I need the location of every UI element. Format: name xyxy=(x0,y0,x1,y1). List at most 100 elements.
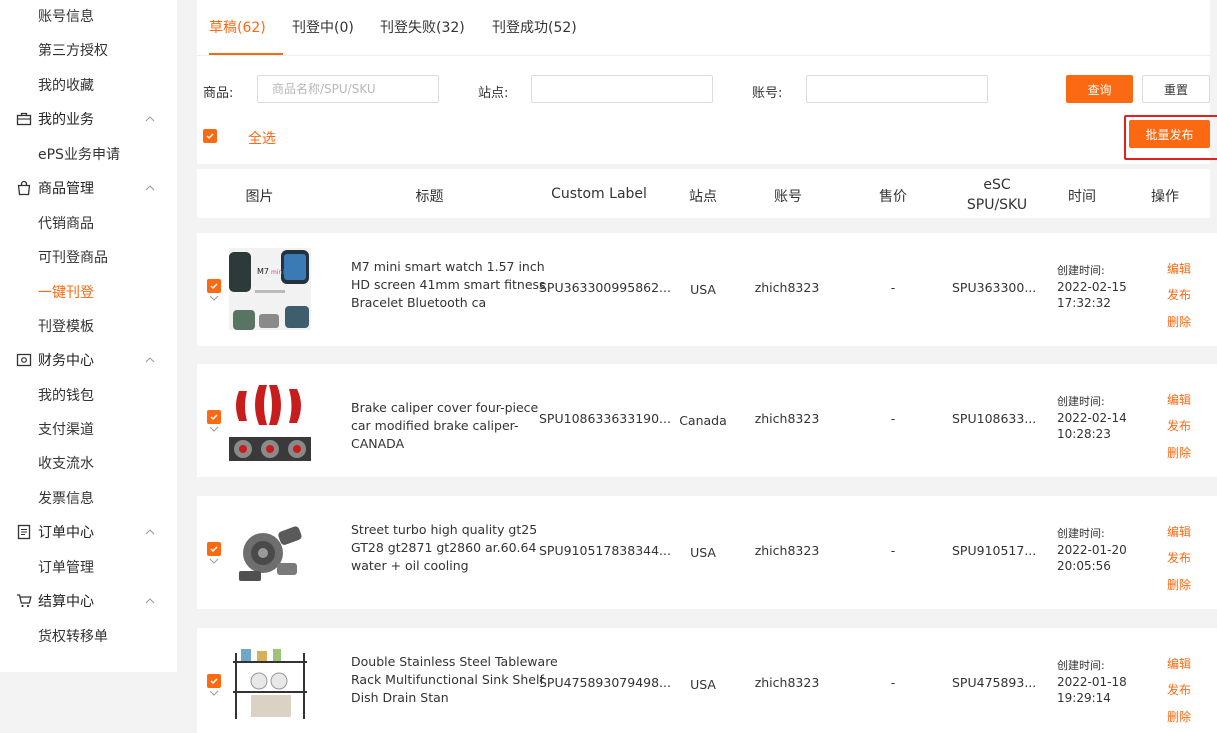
chevron-down-icon[interactable] xyxy=(209,558,219,564)
product-search-input[interactable] xyxy=(257,75,439,103)
sidebar-item-third-party-auth[interactable]: 第三方授权 xyxy=(38,40,108,60)
site-value: Canada xyxy=(679,413,727,428)
tab-listing-failed[interactable]: 刊登失败(32) xyxy=(380,17,465,37)
account-value: zhich8323 xyxy=(754,675,820,690)
esc-sku-value: SPU475893... xyxy=(952,675,1037,690)
product-image-turbocharger xyxy=(229,511,311,593)
row-checkbox[interactable] xyxy=(207,410,221,424)
chevron-up-icon xyxy=(145,529,155,535)
sidebar-group-orders[interactable]: 订单中心 xyxy=(16,522,94,542)
row-checkbox[interactable] xyxy=(207,279,221,293)
column-header-account: 账号 xyxy=(774,189,802,205)
sidebar-item-account-info[interactable]: 账号信息 xyxy=(38,6,94,26)
site-value: USA xyxy=(690,545,716,560)
row-checkbox[interactable] xyxy=(207,542,221,556)
product-image-brake-caliper xyxy=(229,379,311,461)
chevron-down-icon[interactable] xyxy=(209,295,219,301)
query-button[interactable]: 查询 xyxy=(1066,75,1133,103)
sidebar-group-finance[interactable]: 财务中心 xyxy=(16,350,94,370)
publish-link[interactable]: 发布 xyxy=(1167,286,1191,303)
delete-link[interactable]: 删除 xyxy=(1167,576,1191,593)
chevron-down-icon[interactable] xyxy=(209,426,219,432)
sidebar: 账号信息 第三方授权 我的收藏 我的业务 ePS业务申请 商品管理 代销商品 可… xyxy=(0,0,177,672)
custom-label: SPU108633633190... xyxy=(539,411,671,426)
table-row: Brake caliper cover four-piece car modif… xyxy=(197,364,1217,477)
created-date: 2022-01-18 xyxy=(1057,675,1127,689)
tab-drafts[interactable]: 草稿(62) xyxy=(209,17,266,37)
sidebar-item-order-management[interactable]: 订单管理 xyxy=(38,557,94,577)
created-time: 创建时间: 2022-02-14 10:28:23 xyxy=(1057,394,1127,442)
chevron-up-icon xyxy=(145,185,155,191)
check-icon xyxy=(210,546,218,553)
check-icon xyxy=(210,678,218,685)
column-header-price: 售价 xyxy=(879,189,907,205)
custom-label: SPU910517838344... xyxy=(539,543,671,558)
product-filter-label: 商品: xyxy=(203,86,234,101)
product-title: M7 mini smart watch 1.57 inch HD screen … xyxy=(351,259,546,310)
sidebar-item-eps[interactable]: ePS业务申请 xyxy=(38,144,120,164)
status-tabs: 草稿(62) 刊登中(0) 刊登失败(32) 刊登成功(52) xyxy=(197,0,1210,56)
account-value: zhich8323 xyxy=(754,411,820,426)
column-header-image: 图片 xyxy=(245,189,274,205)
created-time-label: 创建时间: xyxy=(1057,264,1105,277)
publish-link[interactable]: 发布 xyxy=(1167,549,1191,566)
table-row: M7 mini M7 mini smart watch 1.57 inch HD… xyxy=(197,233,1217,346)
delete-link[interactable]: 删除 xyxy=(1167,444,1191,461)
column-header-actions: 操作 xyxy=(1151,189,1179,205)
sidebar-item-payment-channels[interactable]: 支付渠道 xyxy=(38,419,94,439)
check-icon xyxy=(206,133,214,140)
sidebar-item-favorites[interactable]: 我的收藏 xyxy=(38,75,94,95)
site-input[interactable] xyxy=(531,75,713,103)
row-checkbox[interactable] xyxy=(207,674,221,688)
sidebar-group-my-business[interactable]: 我的业务 xyxy=(16,109,94,129)
product-title: Brake caliper cover four-piece car modif… xyxy=(351,400,539,451)
sidebar-item-title-transfer[interactable]: 货权转移单 xyxy=(38,626,108,646)
edit-link[interactable]: 编辑 xyxy=(1167,523,1191,540)
publish-link[interactable]: 发布 xyxy=(1167,417,1191,434)
delete-link[interactable]: 删除 xyxy=(1167,313,1191,330)
document-icon xyxy=(17,524,31,540)
edit-link[interactable]: 编辑 xyxy=(1167,391,1191,408)
sidebar-item-my-wallet[interactable]: 我的钱包 xyxy=(38,385,94,405)
select-all-label[interactable]: 全选 xyxy=(248,128,276,148)
created-clock: 19:29:14 xyxy=(1057,691,1111,705)
sidebar-item-consignment[interactable]: 代销商品 xyxy=(38,213,94,233)
check-icon xyxy=(210,283,218,290)
created-time: 创建时间: 2022-01-18 19:29:14 xyxy=(1057,658,1127,706)
shopping-bag-icon xyxy=(17,180,31,196)
product-image-smartwatch: M7 mini xyxy=(229,248,311,330)
sidebar-group-settlement[interactable]: 结算中心 xyxy=(16,591,94,611)
reset-button[interactable]: 重置 xyxy=(1142,75,1210,103)
publish-link[interactable]: 发布 xyxy=(1167,681,1191,698)
briefcase-icon xyxy=(16,112,32,126)
chevron-down-icon[interactable] xyxy=(209,690,219,696)
account-input[interactable] xyxy=(806,75,988,103)
table-row: Double Stainless Steel Tableware Rack Mu… xyxy=(197,628,1217,733)
select-all-checkbox[interactable] xyxy=(203,129,217,143)
account-value: zhich8323 xyxy=(754,543,820,558)
edit-link[interactable]: 编辑 xyxy=(1167,655,1191,672)
chevron-up-icon xyxy=(145,357,155,363)
site-value: USA xyxy=(690,677,716,692)
svg-text:M7: M7 xyxy=(257,267,269,276)
sidebar-item-listable[interactable]: 可刊登商品 xyxy=(38,247,108,267)
created-clock: 17:32:32 xyxy=(1057,296,1111,310)
product-title: Street turbo high quality gt25 GT28 gt28… xyxy=(351,522,538,573)
sidebar-item-listing-template[interactable]: 刊登模板 xyxy=(38,316,94,336)
delete-link[interactable]: 删除 xyxy=(1167,708,1191,725)
sidebar-item-one-click-listing[interactable]: 一键刊登 xyxy=(38,282,94,302)
sidebar-item-invoices[interactable]: 发票信息 xyxy=(38,488,94,508)
cart-icon xyxy=(17,594,32,608)
column-header-time: 时间 xyxy=(1068,189,1096,205)
edit-link[interactable]: 编辑 xyxy=(1167,260,1191,277)
sidebar-item-transactions[interactable]: 收支流水 xyxy=(38,453,94,473)
sidebar-group-product-management[interactable]: 商品管理 xyxy=(16,178,94,198)
check-icon xyxy=(210,414,218,421)
chevron-up-icon xyxy=(145,598,155,604)
product-image-dish-rack xyxy=(229,643,311,725)
esc-sku-value: SPU108633... xyxy=(952,411,1037,426)
created-date: 2022-02-15 xyxy=(1057,280,1127,294)
tab-listing[interactable]: 刊登中(0) xyxy=(292,17,354,37)
tab-listing-success[interactable]: 刊登成功(52) xyxy=(492,17,577,37)
batch-publish-button[interactable]: 批量发布 xyxy=(1129,120,1210,148)
